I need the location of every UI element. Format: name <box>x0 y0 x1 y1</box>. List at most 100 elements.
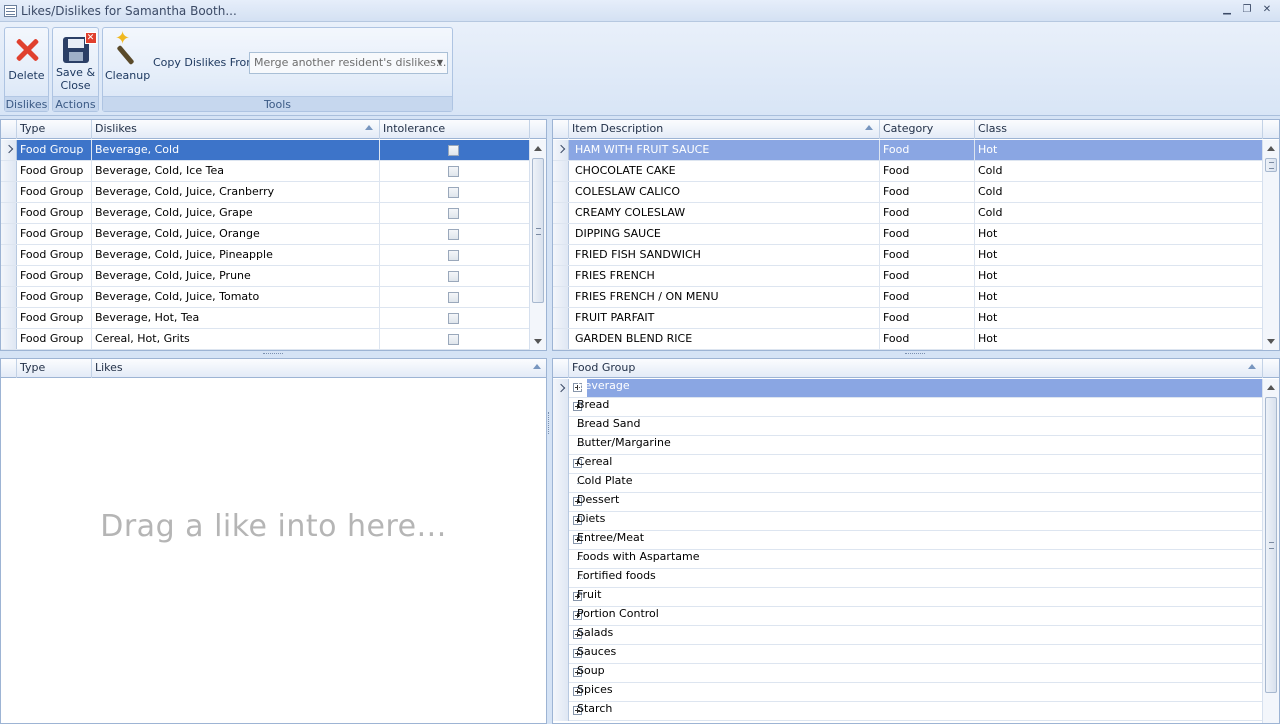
row-indicator[interactable] <box>553 266 569 286</box>
tree-node[interactable]: Cold Plate <box>553 474 1263 493</box>
row-indicator[interactable] <box>553 398 569 417</box>
dislike-row[interactable]: Food Group Beverage, Cold, Juice, Cranber… <box>1 182 530 203</box>
row-indicator[interactable] <box>553 245 569 265</box>
restore-icon[interactable]: ❐ <box>1240 3 1254 17</box>
row-indicator[interactable] <box>553 455 569 474</box>
column-header-type[interactable]: Type <box>17 120 92 139</box>
intolerance-checkbox[interactable] <box>448 187 459 198</box>
tree-node[interactable]: Soup <box>553 664 1263 683</box>
row-indicator[interactable] <box>553 550 569 569</box>
column-header-class[interactable]: Class <box>975 120 1263 139</box>
row-indicator[interactable] <box>553 224 569 244</box>
row-indicator[interactable] <box>553 417 569 436</box>
tree-node[interactable]: Foods with Aspartame <box>553 550 1263 569</box>
item-row[interactable]: GARDEN BLEND RICE Food Hot <box>553 329 1263 350</box>
column-header-type[interactable]: Type <box>17 359 92 378</box>
tree-node[interactable]: Bread Sand <box>553 417 1263 436</box>
scroll-down-icon[interactable] <box>534 339 542 344</box>
row-indicator[interactable] <box>553 203 569 223</box>
splitter-handle-left[interactable] <box>263 353 283 356</box>
row-indicator[interactable] <box>553 308 569 328</box>
tree-node[interactable]: Spices <box>553 683 1263 702</box>
row-indicator[interactable] <box>553 161 569 181</box>
intolerance-checkbox[interactable] <box>448 229 459 240</box>
minimize-icon[interactable]: ▁ <box>1220 3 1234 17</box>
scroll-up-icon[interactable] <box>1267 385 1275 390</box>
close-icon[interactable]: ✕ <box>1260 3 1274 17</box>
item-row[interactable]: FRIED FISH SANDWICH Food Hot <box>553 245 1263 266</box>
row-indicator[interactable] <box>1 203 17 223</box>
scroll-up-icon[interactable] <box>1267 146 1275 151</box>
dislike-row[interactable]: Food Group Beverage, Cold, Juice, Pineapp… <box>1 245 530 266</box>
splitter-handle-right[interactable] <box>905 353 925 356</box>
row-indicator[interactable] <box>1 245 17 265</box>
scroll-thumb[interactable] <box>1265 158 1277 172</box>
scroll-up-icon[interactable] <box>534 146 542 151</box>
copy-dislikes-combo[interactable]: Merge another resident's dislikes... ▼ <box>249 52 448 74</box>
intolerance-checkbox[interactable] <box>448 313 459 324</box>
tree-node[interactable]: Fruit <box>553 588 1263 607</box>
tree-node[interactable]: Sauces <box>553 645 1263 664</box>
row-indicator[interactable] <box>553 329 569 349</box>
row-indicator[interactable] <box>553 626 569 645</box>
item-row[interactable]: FRIES FRENCH / ON MENU Food Hot <box>553 287 1263 308</box>
scroll-thumb[interactable] <box>1265 397 1277 693</box>
chevron-down-icon[interactable]: ▼ <box>433 53 447 73</box>
tree-node[interactable]: Beverage <box>553 379 1263 398</box>
row-indicator[interactable] <box>553 683 569 702</box>
likes-drop-placeholder[interactable]: Drag a like into here... <box>1 509 546 544</box>
row-indicator[interactable] <box>553 512 569 531</box>
row-indicator[interactable] <box>553 645 569 664</box>
column-header-item-description[interactable]: Item Description <box>569 120 880 139</box>
column-header-category[interactable]: Category <box>880 120 975 139</box>
intolerance-checkbox[interactable] <box>448 292 459 303</box>
intolerance-checkbox[interactable] <box>448 271 459 282</box>
intolerance-checkbox[interactable] <box>448 166 459 177</box>
delete-button[interactable]: Delete <box>6 30 47 82</box>
row-indicator[interactable] <box>1 329 17 349</box>
item-row[interactable]: COLESLAW CALICO Food Cold <box>553 182 1263 203</box>
tree-node[interactable]: Portion Control <box>553 607 1263 626</box>
intolerance-checkbox[interactable] <box>448 145 459 156</box>
column-header-intolerance[interactable]: Intolerance <box>380 120 530 139</box>
row-indicator[interactable] <box>553 664 569 683</box>
row-indicator[interactable] <box>1 182 17 202</box>
intolerance-checkbox[interactable] <box>448 208 459 219</box>
dislike-row[interactable]: Food Group Cereal, Hot, Grits <box>1 329 530 350</box>
tree-node[interactable]: Starch <box>553 702 1263 721</box>
items-scrollbar[interactable] <box>1262 140 1279 350</box>
tree-node[interactable]: Entree/Meat <box>553 531 1263 550</box>
row-indicator[interactable] <box>553 531 569 550</box>
scroll-thumb[interactable] <box>532 158 544 303</box>
item-row[interactable]: CREAMY COLESLAW Food Cold <box>553 203 1263 224</box>
tree-node[interactable]: Salads <box>553 626 1263 645</box>
dislike-row[interactable]: Food Group Beverage, Cold, Juice, Orange <box>1 224 530 245</box>
row-indicator[interactable] <box>553 379 569 398</box>
item-row[interactable]: FRUIT PARFAIT Food Hot <box>553 308 1263 329</box>
column-header-dislikes[interactable]: Dislikes <box>92 120 380 139</box>
row-indicator[interactable] <box>553 287 569 307</box>
column-header-food-group[interactable]: Food Group <box>569 359 1263 378</box>
save-close-button[interactable]: ✕ Save & Close <box>54 30 97 92</box>
dislike-row[interactable]: Food Group Beverage, Cold, Ice Tea <box>1 161 530 182</box>
dislike-row[interactable]: Food Group Beverage, Cold, Juice, Prune <box>1 266 530 287</box>
row-indicator[interactable] <box>1 266 17 286</box>
item-row[interactable]: FRIES FRENCH Food Hot <box>553 266 1263 287</box>
row-indicator[interactable] <box>1 287 17 307</box>
row-indicator[interactable] <box>553 140 569 160</box>
row-indicator[interactable] <box>553 474 569 493</box>
scroll-down-icon[interactable] <box>1267 339 1275 344</box>
row-indicator[interactable] <box>1 308 17 328</box>
tree-node[interactable]: Dessert <box>553 493 1263 512</box>
tree-node[interactable]: Bread <box>553 398 1263 417</box>
row-indicator[interactable] <box>553 182 569 202</box>
dislikes-scrollbar[interactable] <box>529 140 546 350</box>
column-header-likes[interactable]: Likes <box>92 359 546 378</box>
intolerance-checkbox[interactable] <box>448 334 459 345</box>
row-indicator[interactable] <box>1 161 17 181</box>
row-indicator[interactable] <box>553 588 569 607</box>
dislike-row[interactable]: Food Group Beverage, Cold <box>1 140 530 161</box>
splitter-handle-vertical[interactable] <box>548 412 549 434</box>
item-row[interactable]: CHOCOLATE CAKE Food Cold <box>553 161 1263 182</box>
intolerance-checkbox[interactable] <box>448 250 459 261</box>
